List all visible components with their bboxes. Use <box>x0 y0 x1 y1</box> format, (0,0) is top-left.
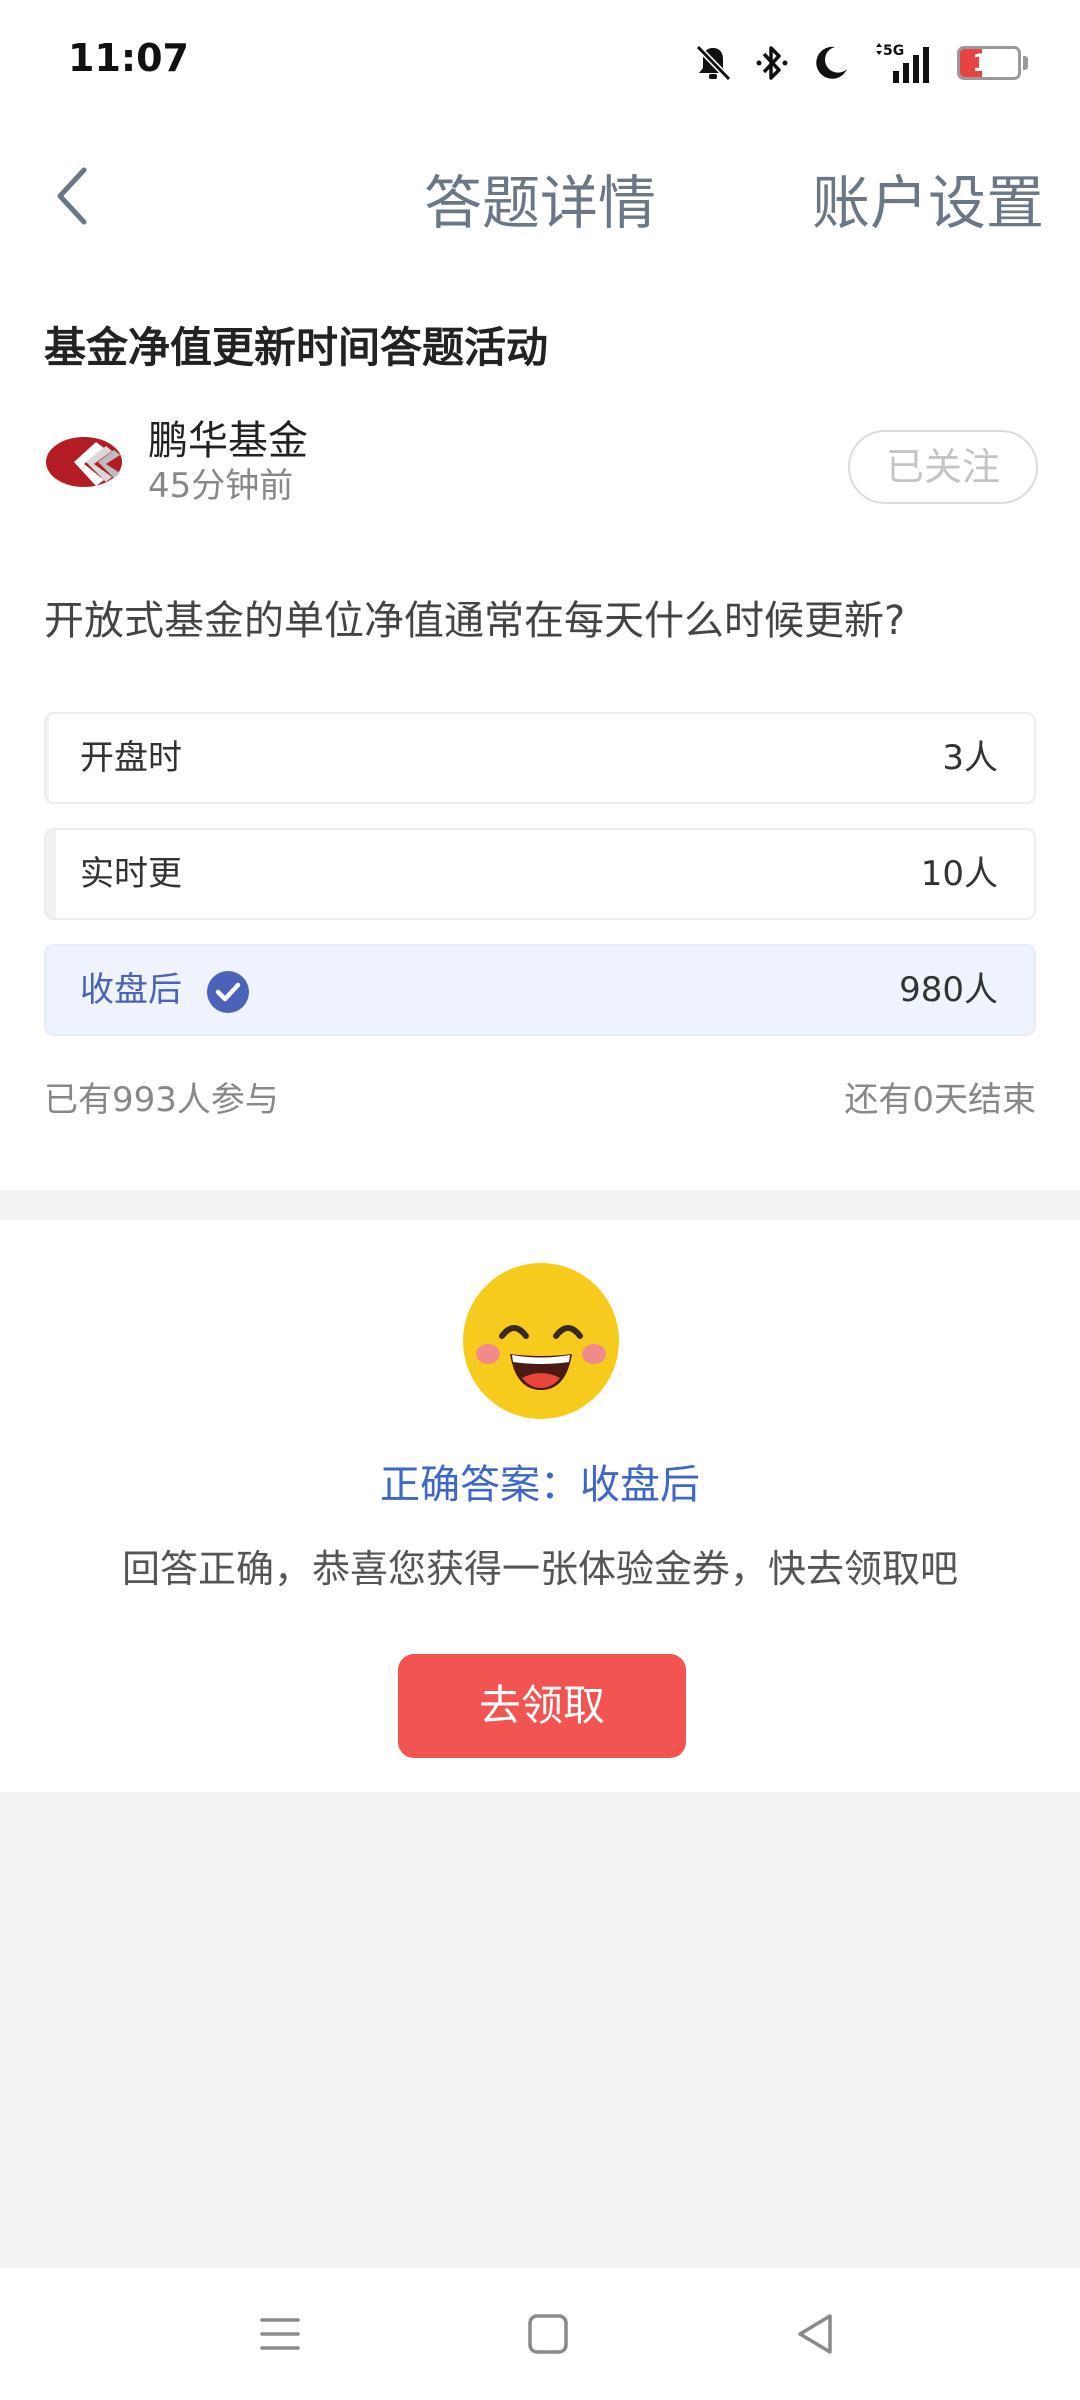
option-label: 开盘时 <box>80 738 182 778</box>
option-share-bar <box>46 946 1022 1034</box>
publish-time: 45分钟前 <box>148 466 294 506</box>
question-text: 开放式基金的单位净值通常在每天什么时候更新? <box>44 598 906 644</box>
option-share-bar <box>46 830 56 918</box>
account-settings-link[interactable]: 账户设置 <box>812 156 1044 240</box>
option-count: 10人 <box>920 854 998 894</box>
publisher-logo[interactable] <box>44 420 124 500</box>
answer-options: 开盘时 3人 实时更 10人 收盘后 980人 <box>44 712 1036 1060</box>
reward-message: 回答正确，恭喜您获得一张体验金券，快去领取吧 <box>121 1547 958 1591</box>
home-square-icon[interactable] <box>522 2308 574 2360</box>
battery-tip <box>1023 56 1028 70</box>
time-remaining: 还有0天结束 <box>844 1080 1036 1120</box>
menu-icon[interactable] <box>254 2308 306 2360</box>
quiz-card: 基金净值更新时间答题活动 鹏华基金 45分钟前 已关注 开放式基金的单位净值通常… <box>0 270 1080 1190</box>
system-nav-bar <box>0 2268 1080 2400</box>
mute-icon <box>695 44 732 82</box>
battery-icon: 17 <box>957 46 1021 80</box>
status-icons: 5G 17 <box>693 38 1028 88</box>
bluetooth-icon <box>756 46 788 80</box>
option-share-bar <box>46 714 49 802</box>
battery-level: 17 <box>972 49 1006 77</box>
check-circle-icon <box>207 971 249 1013</box>
status-time: 11:07 <box>68 36 189 80</box>
back-triangle-icon[interactable] <box>790 2308 842 2360</box>
option-count: 3人 <box>942 738 998 778</box>
header: 答题详情 账户设置 <box>0 120 1080 270</box>
dnd-moon-icon <box>816 46 847 79</box>
option-label: 实时更 <box>80 854 182 894</box>
activity-title: 基金净值更新时间答题活动 <box>44 323 549 372</box>
participant-count: 已有993人参与 <box>44 1080 279 1120</box>
smiley-face-icon <box>463 1263 619 1419</box>
answer-option[interactable]: 实时更 10人 <box>44 828 1036 920</box>
claim-button[interactable]: 去领取 <box>398 1654 686 1758</box>
svg-text:5G: 5G <box>883 43 904 59</box>
option-count: 980人 <box>899 970 998 1010</box>
status-bar: 11:07 5G 17 <box>0 0 1080 120</box>
answer-option-correct[interactable]: 收盘后 980人 <box>44 944 1036 1036</box>
answer-option[interactable]: 开盘时 3人 <box>44 712 1036 804</box>
follow-button[interactable]: 已关注 <box>848 430 1038 504</box>
option-label: 收盘后 <box>80 970 182 1010</box>
result-section: 正确答案：收盘后 回答正确，恭喜您获得一张体验金券，快去领取吧 去领取 <box>0 1220 1080 1792</box>
correct-answer-text: 正确答案：收盘后 <box>380 1462 700 1508</box>
5g-signal-icon: 5G <box>876 43 929 83</box>
